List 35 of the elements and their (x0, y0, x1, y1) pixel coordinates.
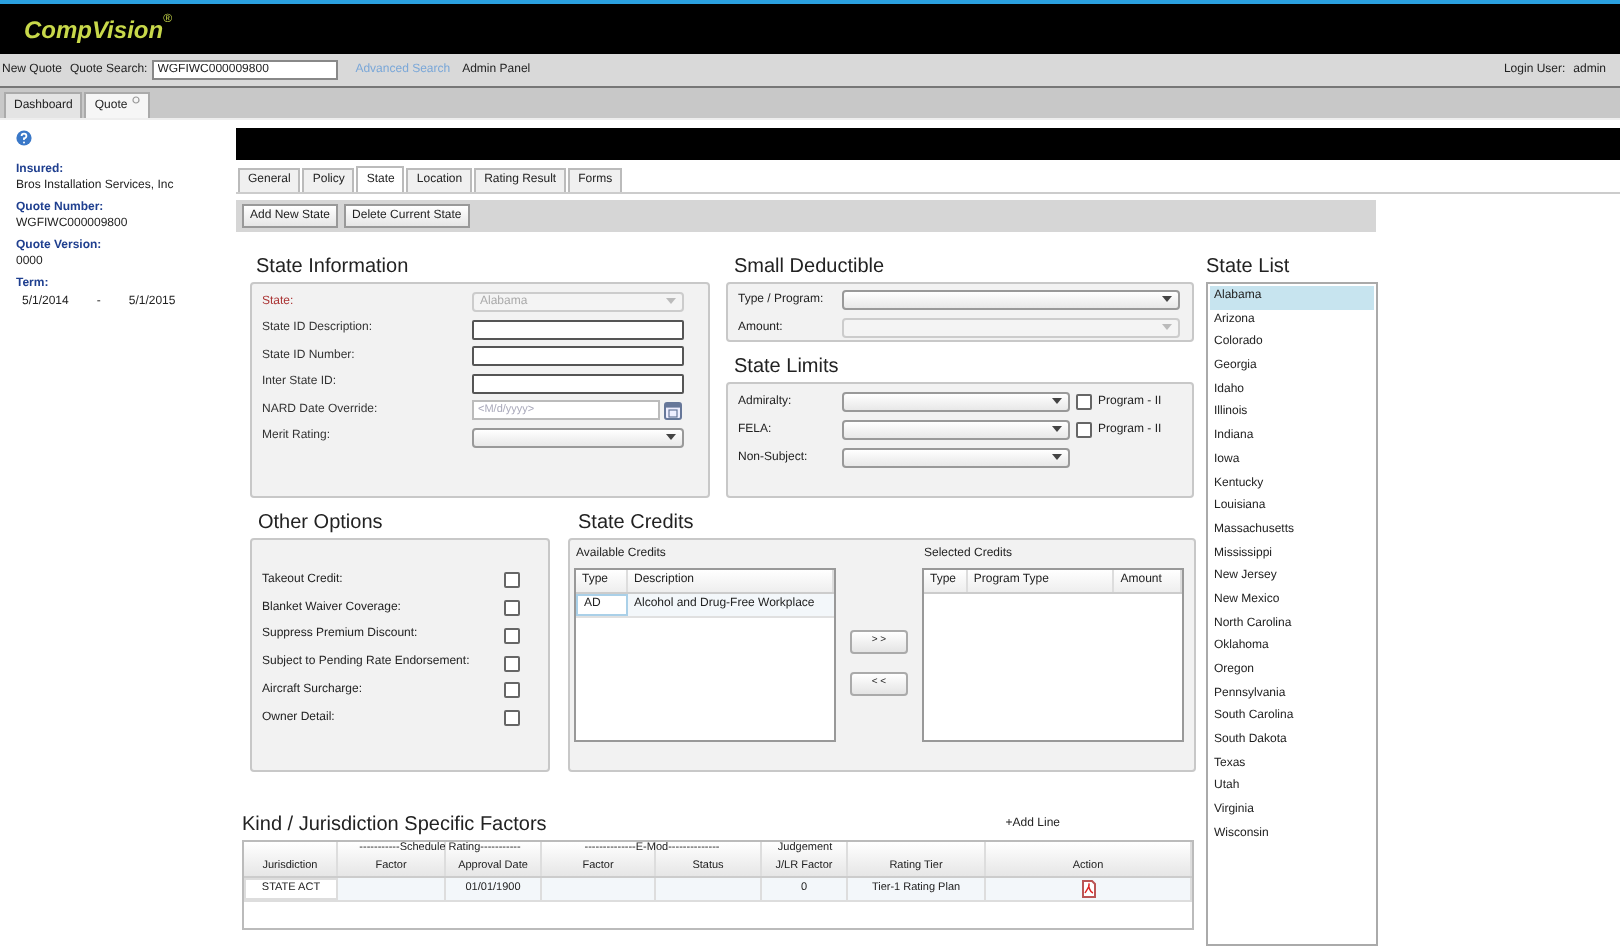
section-heading: State Information (254, 254, 411, 282)
text-field[interactable] (472, 346, 684, 366)
caret-icon (1162, 324, 1172, 332)
dropdown[interactable] (842, 448, 1070, 468)
section-heading: Other Options (256, 510, 385, 538)
checkbox[interactable] (504, 682, 520, 699)
checkbox[interactable] (1076, 422, 1092, 438)
calendar-icon[interactable] (664, 401, 682, 419)
logo: CompVision (24, 15, 164, 47)
document-icon[interactable] (1081, 880, 1095, 898)
checkbox[interactable] (1076, 394, 1092, 410)
section-heading: Small Deductible (732, 254, 887, 282)
checkbox[interactable] (504, 655, 520, 672)
caret-icon (666, 433, 676, 441)
dropdown[interactable] (842, 392, 1070, 412)
checkbox[interactable] (504, 572, 520, 589)
dropdown[interactable] (472, 427, 684, 447)
checkbox[interactable] (504, 600, 520, 617)
caret-icon (1052, 426, 1062, 434)
section-heading: State Credits (576, 510, 696, 538)
section-heading: Kind / Jurisdiction Specific Factors (242, 812, 547, 838)
caret-icon (1052, 454, 1062, 462)
caret-icon (666, 298, 676, 306)
caret-icon (1052, 398, 1062, 406)
text-field[interactable] (472, 373, 684, 393)
checkbox[interactable] (504, 627, 520, 644)
dropdown[interactable] (842, 420, 1070, 440)
text-field[interactable] (472, 319, 684, 339)
checkbox[interactable] (504, 710, 520, 727)
section-heading: State List (1206, 254, 1292, 282)
section-heading: State Limits (732, 354, 841, 382)
dropdown[interactable] (842, 290, 1180, 310)
close-icon[interactable] (131, 96, 140, 104)
help-icon[interactable] (16, 130, 32, 146)
caret-icon (1162, 296, 1172, 304)
